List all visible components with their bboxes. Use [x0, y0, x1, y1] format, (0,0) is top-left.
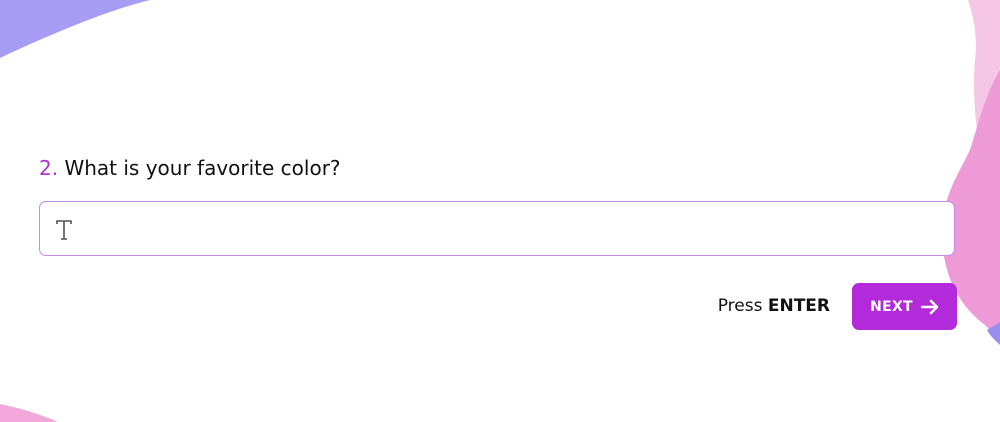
question-number: 2.: [39, 156, 59, 180]
question-label: 2. What is your favorite color?: [39, 156, 341, 180]
arrow-right-icon: [920, 299, 939, 314]
text-type-icon: [56, 220, 72, 240]
survey-form: 2. What is your favorite color? Press EN…: [0, 0, 1000, 422]
hint-prefix: Press: [717, 296, 763, 316]
question-text: What is your favorite color?: [64, 156, 341, 180]
hint-key: ENTER: [767, 296, 830, 316]
next-button[interactable]: NEXT: [852, 283, 957, 330]
next-button-label: NEXT: [870, 298, 913, 315]
keyboard-hint: Press ENTER: [718, 296, 830, 316]
answer-input[interactable]: [86, 210, 936, 247]
